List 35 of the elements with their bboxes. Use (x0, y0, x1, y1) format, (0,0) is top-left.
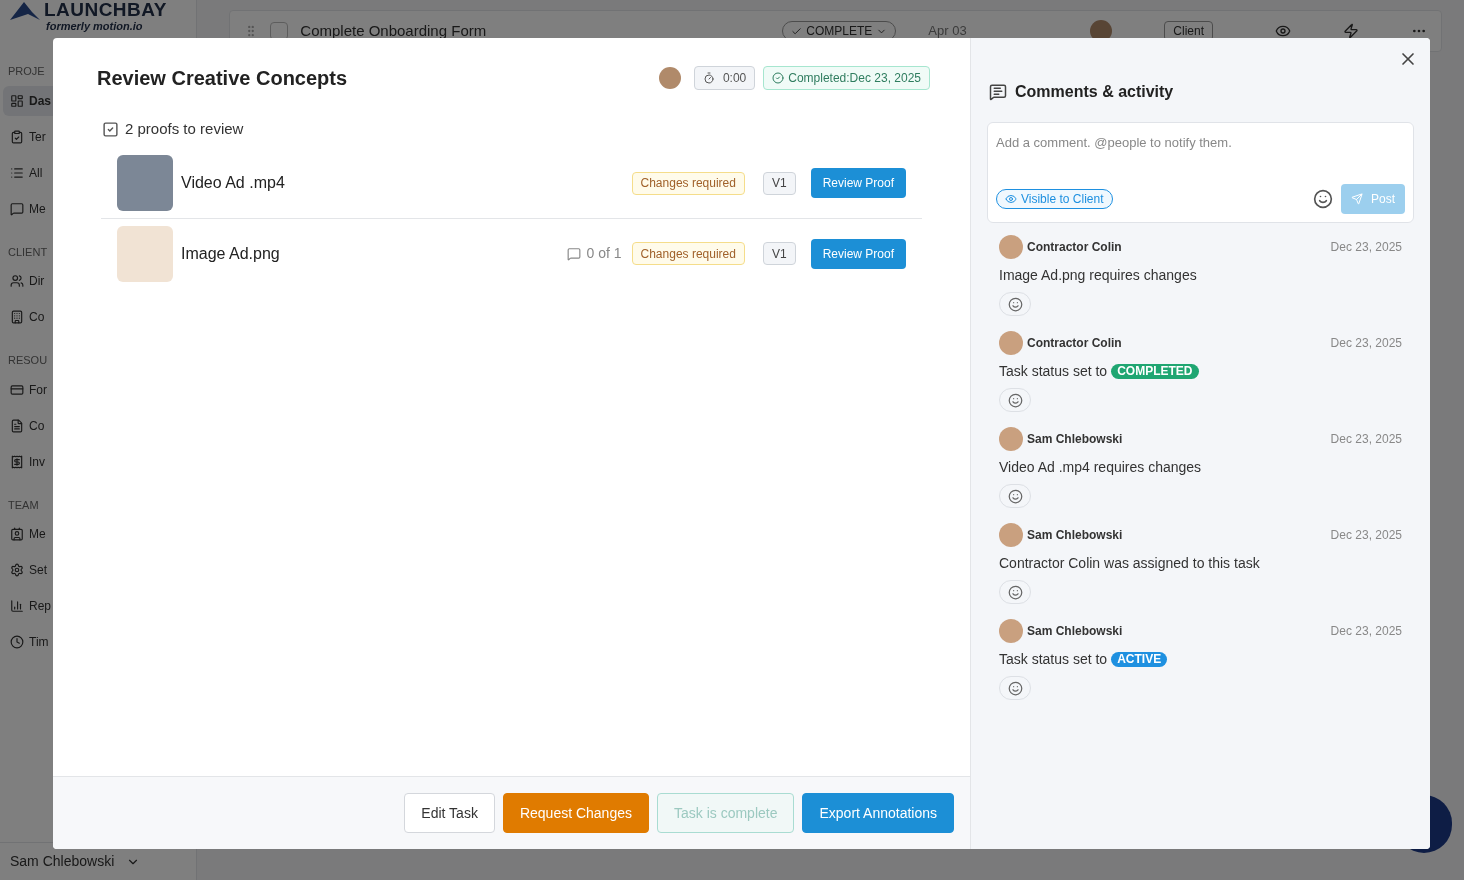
status-pill: ACTIVE (1111, 652, 1168, 667)
author-name: Contractor Colin (1027, 335, 1123, 352)
comment-date: Dec 23, 2025 (1330, 527, 1402, 544)
comment-date: Dec 23, 2025 (1330, 431, 1402, 448)
status-badge: Changes required (631, 242, 745, 265)
author-name: Contractor Colin (1027, 239, 1123, 256)
activity-text: Task status set to (999, 362, 1108, 381)
sidebar-heading: TEAM (8, 497, 39, 513)
status-badge: Changes required (631, 171, 745, 195)
activity-text: Contractor Colin was assigned to this task (999, 554, 1260, 573)
comment-date: Dec 23, 2025 (1330, 239, 1402, 256)
comment-date: Dec 23, 2025 (1330, 623, 1402, 640)
status-pill: COMPLETED (1111, 364, 1199, 379)
author-name: Sam Chlebowski (1027, 527, 1124, 544)
comments-title: Comments & activity (1015, 82, 1174, 102)
logo-text: LAUNCHBAY (44, 0, 167, 20)
comment-date: Dec 23, 2025 (1330, 335, 1402, 352)
activity-text: Task status set to (999, 650, 1108, 669)
version-badge: V1 (762, 242, 796, 265)
comment-count: 0 of 1 (586, 244, 622, 263)
sidebar-heading: RESOU (8, 353, 48, 368)
sidebar-heading: CLIENT (8, 244, 48, 260)
proofs-heading: 2 proofs to review (125, 119, 244, 139)
sidebar-heading: PROJE (8, 64, 45, 79)
version-badge: V1 (762, 171, 796, 195)
task-title: Complete Onboarding Form (300, 20, 488, 41)
logo-subtitle: formerly motion.io (46, 20, 143, 33)
activity-text: Video Ad .mp4 requires changes (999, 458, 1202, 477)
task-title: Review Creative Concepts (97, 66, 349, 91)
activity-text: Image Ad.png requires changes (999, 266, 1197, 285)
author-name: Sam Chlebowski (1027, 623, 1124, 640)
task-date: Apr 03 (928, 22, 968, 41)
completed-badge: Completed:Dec 23, 2025 (763, 66, 930, 90)
author-name: Sam Chlebowski (1027, 431, 1124, 448)
user-name: Sam Chlebowski (10, 852, 115, 871)
